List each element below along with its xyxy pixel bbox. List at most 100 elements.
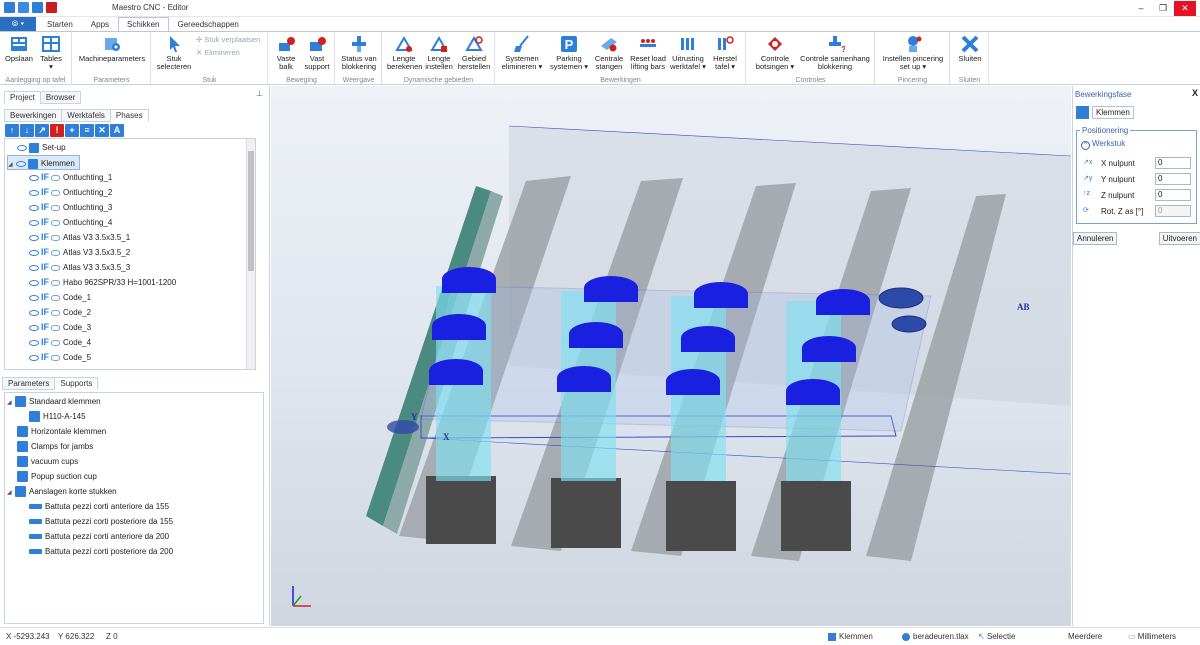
y-origin-input[interactable]: 0 — [1155, 173, 1191, 185]
tree-item[interactable]: IF Code_4 — [29, 335, 91, 350]
eye-icon[interactable] — [29, 234, 39, 241]
systemen-elimineren-button[interactable]: Systemen elimineren ▾ — [500, 34, 544, 71]
support-item[interactable]: Clamps for jambs — [17, 439, 93, 454]
controle-samenhang-button[interactable]: ? Controle samenhang blokkering — [799, 34, 871, 71]
eye-icon[interactable] — [29, 354, 39, 361]
eye-icon[interactable] — [29, 294, 39, 301]
gebied-herstellen-button[interactable]: Gebied herstellen — [457, 34, 491, 71]
x-origin-input[interactable]: 0 — [1155, 157, 1191, 169]
eye-icon[interactable] — [29, 204, 39, 211]
tree-item[interactable]: IF Ontluchting_1 — [29, 170, 112, 185]
tree-item[interactable]: Set-up — [17, 140, 66, 155]
rot-z-input[interactable]: 0 — [1155, 205, 1191, 217]
tab-phases[interactable]: Phases — [109, 109, 149, 122]
open-folder-icon[interactable] — [32, 2, 43, 13]
collapse-icon[interactable]: ◢ — [7, 486, 15, 501]
status-mode[interactable]: ↖ Selectie — [978, 632, 1015, 641]
text-icon[interactable]: A — [110, 124, 124, 137]
lengte-instellen-button[interactable]: Lengte instellen — [423, 34, 455, 71]
eye-icon[interactable] — [29, 219, 39, 226]
support-item[interactable]: H110-A-145 — [29, 409, 86, 424]
status-blokkering-button[interactable]: Status van blokkering — [338, 34, 380, 71]
origin-marker-icon[interactable] — [891, 315, 927, 333]
tables-button[interactable]: Tables ▾ — [36, 34, 66, 71]
support-item[interactable]: vacuum cups — [17, 454, 78, 469]
phase-selector[interactable]: Klemmen — [1076, 106, 1134, 119]
elimineren-button[interactable]: ✕ Elimineren — [196, 48, 240, 57]
parking-systemen-button[interactable]: P Parking systemen ▾ — [548, 34, 590, 71]
annuleren-button[interactable]: Annuleren — [1073, 232, 1118, 245]
status-unit[interactable]: ▭ Millimeters — [1128, 632, 1176, 641]
pin-icon[interactable]: ⊥ — [256, 89, 263, 98]
opslaan-button[interactable]: Opslaan — [4, 34, 34, 63]
vast-support-button[interactable]: Vast support — [303, 34, 331, 71]
tab-supports[interactable]: Supports — [54, 377, 99, 390]
collapse-up-icon[interactable]: ^ — [1081, 141, 1090, 150]
eye-icon[interactable] — [29, 249, 39, 256]
tree-scrollbar[interactable] — [246, 139, 255, 369]
eye-icon[interactable] — [29, 189, 39, 196]
eye-icon[interactable] — [16, 160, 26, 167]
support-item[interactable]: Battuta pezzi corti posteriore da 155 — [29, 514, 173, 529]
uitrusting-werktafel-button[interactable]: Uitrusting werktafel ▾ — [670, 34, 706, 71]
uitvoeren-button[interactable]: Uitvoeren — [1158, 232, 1200, 245]
support-item[interactable]: Battuta pezzi corti anteriore da 200 — [29, 529, 169, 544]
tab-starten[interactable]: Starten — [38, 17, 82, 31]
tree-item[interactable]: IF Atlas V3 3.5x3.5_2 — [29, 245, 130, 260]
controle-botsingen-button[interactable]: Controle botsingen ▾ — [753, 34, 797, 71]
status-more[interactable]: Meerdere — [1068, 632, 1102, 641]
tab-bewerkingen[interactable]: Bewerkingen — [4, 109, 63, 122]
tab-parameters[interactable]: Parameters — [2, 377, 56, 390]
eye-icon[interactable] — [29, 279, 39, 286]
werkstuk-section[interactable]: ^ Werkstuk — [1081, 139, 1125, 150]
tree-item[interactable]: IF Habo 962SPR/33 H=1001-1200 — [29, 275, 176, 290]
status-phase[interactable]: Klemmen — [828, 632, 873, 641]
sluiten-button[interactable]: Sluiten — [953, 34, 987, 63]
move-up-icon[interactable]: ↑ — [5, 124, 19, 137]
collapse-icon[interactable]: ◢ — [7, 396, 15, 411]
tab-browser[interactable]: Browser — [39, 91, 82, 104]
save-icon[interactable] — [18, 2, 29, 13]
tree-item[interactable]: IF Ontluchting_2 — [29, 185, 112, 200]
status-file[interactable]: beradeuren.tlax — [902, 632, 969, 641]
eye-icon[interactable] — [17, 144, 27, 151]
pdf-icon[interactable] — [46, 2, 57, 13]
support-item[interactable]: ◢ Aanslagen korte stukken — [7, 484, 117, 499]
support-item[interactable]: Popup suction cup — [17, 469, 97, 484]
lengte-berekenen-button[interactable]: Lengte berekenen — [387, 34, 422, 71]
instellen-pincering-button[interactable]: Instellen pincering set up ▾ — [880, 34, 946, 71]
support-item[interactable]: Horizontale klemmen — [17, 424, 106, 439]
reset-load-button[interactable]: Reset load lifting bars — [628, 34, 668, 71]
eye-icon[interactable] — [29, 264, 39, 271]
collapse-icon[interactable]: ◢ — [8, 158, 16, 173]
vaste-balk-button[interactable]: Vaste balk — [273, 34, 299, 71]
tree-item[interactable]: IF Atlas V3 3.5x3.5_1 — [29, 230, 130, 245]
scrollbar-thumb[interactable] — [248, 151, 254, 271]
stuk-selecteren-button[interactable]: Stuk selecteren — [154, 34, 194, 71]
tree-item[interactable]: IF Code_1 — [29, 290, 91, 305]
tab-gereedschappen[interactable]: Gereedschappen — [169, 17, 248, 31]
close-panel-icon[interactable]: X — [1192, 88, 1198, 98]
tree-item[interactable]: IF Ontluchting_3 — [29, 200, 112, 215]
restore-icon[interactable]: ❐ — [1152, 1, 1174, 16]
eye-icon[interactable] — [29, 324, 39, 331]
support-item[interactable]: Battuta pezzi corti posteriore da 200 — [29, 544, 173, 559]
tab-apps[interactable]: Apps — [82, 17, 118, 31]
minimize-icon[interactable]: – — [1130, 1, 1152, 16]
stuk-verplaatsen-button[interactable]: ✢ Stuk verplaatsen — [196, 35, 260, 44]
tab-schikken[interactable]: Schikken — [118, 17, 169, 31]
origin-marker-icon[interactable] — [878, 287, 924, 309]
z-origin-input[interactable]: 0 — [1155, 189, 1191, 201]
support-item[interactable]: ◢ Standaard klemmen — [7, 394, 101, 409]
tree-item[interactable]: IF Atlas V3 3.5x3.5_3 — [29, 260, 130, 275]
eye-icon[interactable] — [29, 174, 39, 181]
tab-werktafels[interactable]: Werktafels — [61, 109, 111, 122]
3d-viewport[interactable]: X Y AB — [271, 86, 1071, 626]
tree-item[interactable]: IF Code_5 — [29, 350, 91, 365]
tree-item[interactable]: IF Code_3 — [29, 320, 91, 335]
move-out-icon[interactable]: ↗ — [35, 124, 49, 137]
add-red-icon[interactable]: ! — [50, 124, 64, 137]
tree-item-selected[interactable]: ◢ Klemmen — [7, 155, 80, 170]
tree-item[interactable]: IF Ontluchting_4 — [29, 215, 112, 230]
eye-icon[interactable] — [29, 339, 39, 346]
